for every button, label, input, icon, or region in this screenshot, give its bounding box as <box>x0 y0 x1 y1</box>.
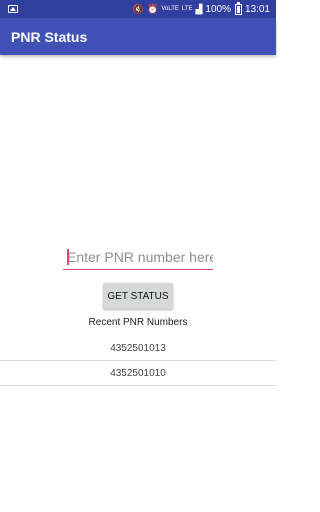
get-status-button[interactable]: GET STATUS <box>103 283 173 309</box>
alarm-icon: ⏰ <box>147 4 159 14</box>
app-title: PNR Status <box>11 28 88 45</box>
lte-icon: LTE <box>181 6 193 12</box>
status-left <box>8 5 18 13</box>
recent-pnr-title: Recent PNR Numbers <box>88 317 188 328</box>
recent-pnr-item[interactable]: 4352501010 <box>0 361 276 386</box>
signal-icon: ▟ <box>195 4 203 14</box>
battery-percent: 100% <box>205 3 231 15</box>
image-notification-icon <box>8 5 18 13</box>
text-cursor <box>67 249 69 265</box>
volte-icon: VoLTE <box>161 6 179 12</box>
pnr-input-wrapper <box>63 244 213 270</box>
battery-icon <box>234 1 242 15</box>
recent-pnr-item[interactable]: 4352501013 <box>0 336 276 361</box>
recent-pnr-list: 4352501013 4352501010 <box>0 336 276 386</box>
clock: 13:01 <box>244 3 270 15</box>
mute-icon: 🔇 <box>132 4 145 14</box>
app-bar: PNR Status <box>0 18 276 55</box>
pnr-input[interactable] <box>63 244 213 270</box>
status-bar: 🔇 ⏰ VoLTE LTE ▟ 100% 13:01 <box>0 0 276 18</box>
status-right: 🔇 ⏰ VoLTE LTE ▟ 100% 13:01 <box>132 1 270 15</box>
